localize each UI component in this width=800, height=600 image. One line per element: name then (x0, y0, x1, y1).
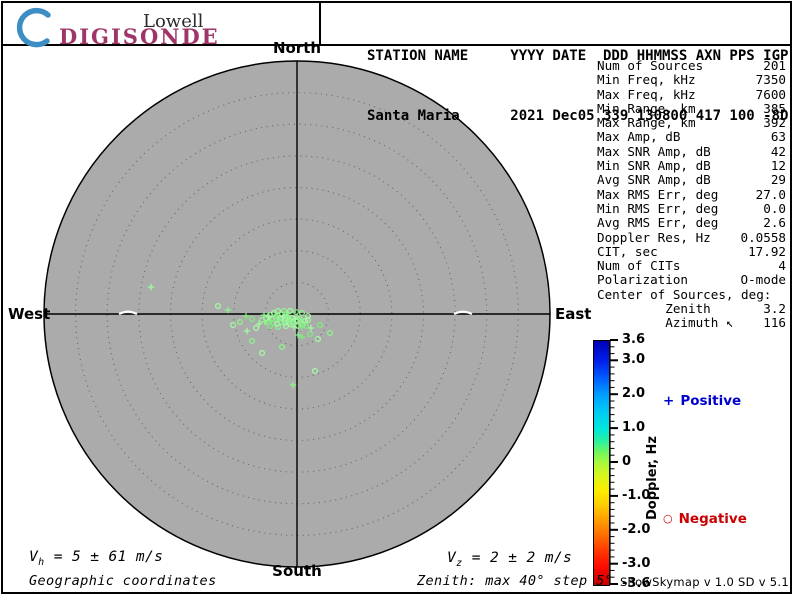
colorbar-tick-label: 2.0 (622, 386, 646, 402)
param-label: Polarization (597, 272, 688, 288)
param-value: 29 (770, 172, 786, 188)
param-row: Avg RMS Err, deg 2.6 (597, 215, 786, 231)
param-row: Doppler Res, Hz 0.0558 (597, 229, 787, 245)
param-row: Min Freq, kHz 7350 (597, 72, 786, 88)
param-label: Doppler Res, Hz (597, 229, 711, 245)
param-row: Polarization O-mode (597, 272, 787, 288)
param-value: 17.92 (748, 243, 786, 259)
param-value: 7350 (755, 72, 786, 88)
plus-marker-icon: + (663, 393, 675, 409)
compass-label-east: East (555, 305, 592, 323)
param-row: Azimuth ↖ 116 (597, 315, 786, 331)
compass-label-south: South (272, 562, 322, 580)
param-label: Avg RMS Err, deg (597, 215, 719, 231)
param-label: Avg SNR Amp, dB (597, 172, 711, 188)
param-row: Max RMS Err, deg 27.0 (597, 186, 786, 202)
circle-marker-icon: ○ (663, 512, 673, 525)
param-label: Max Freq, kHz (597, 86, 696, 102)
param-value: 392 (763, 115, 786, 131)
param-row: Num of Sources 201 (597, 58, 786, 73)
param-label: Min RMS Err, deg (597, 200, 719, 216)
param-value: 0.0 (763, 200, 786, 216)
vh-value: = 5 ± 61 m/s (44, 549, 164, 565)
param-value: O-mode (740, 272, 787, 288)
colorbar-tick-label: -3.0 (622, 555, 651, 571)
param-label: Min SNR Amp, dB (597, 158, 711, 174)
param-value: 385 (763, 100, 786, 116)
showskymap-window: Lowell DIGISONDE STATION NAME YYYY DATE … (0, 0, 800, 600)
param-row: Avg SNR Amp, dB 29 (597, 172, 786, 188)
param-value: 3.2 (763, 301, 786, 317)
legend-positive-label: Positive (680, 393, 742, 409)
vz-symbol: V (447, 550, 457, 566)
param-row: Min Range, km 385 (597, 100, 786, 116)
compass-label-west: West (8, 305, 51, 323)
param-row: Max Freq, kHz 7600 (597, 86, 786, 102)
param-row: Max Range, km 392 (597, 115, 786, 131)
param-value: 12 (770, 158, 786, 174)
param-label: Max Range, km (597, 115, 696, 131)
param-row: Max SNR Amp, dB 42 (597, 143, 786, 159)
param-label: Num of Sources (597, 58, 704, 73)
vertical-velocity-readout: Vz = 2 ± 2 m/s (447, 550, 572, 569)
param-label: Min Freq, kHz (597, 72, 696, 88)
param-value: 4 (778, 258, 786, 274)
param-row: Zenith 3.2 (597, 301, 786, 317)
param-row: Center of Sources, deg: (597, 286, 786, 302)
param-label: Max SNR Amp, dB (597, 143, 711, 159)
param-label: Center of Sources, deg: (597, 286, 772, 302)
logo-digisonde-text: DIGISONDE (59, 24, 220, 49)
param-value: 27.0 (755, 186, 786, 202)
legend-positive: + Positive (663, 393, 741, 409)
param-row: Num of CITs 4 (597, 258, 786, 274)
param-value: 7600 (755, 86, 786, 102)
param-value: 42 (770, 143, 786, 159)
param-row: Max Amp, dB 63 (597, 129, 786, 145)
colorbar-tick-label: 0 (622, 454, 632, 469)
compass-label-north: North (272, 39, 322, 57)
vz-value: = 2 ± 2 m/s (462, 550, 573, 566)
horizontal-velocity-readout: Vh = 5 ± 61 m/s (29, 549, 163, 568)
legend-negative: ○ Negative (663, 511, 747, 527)
param-label: Zenith (597, 301, 711, 317)
param-label: Num of CITs (597, 258, 681, 274)
legend-negative-label: Negative (678, 511, 747, 527)
colorbar-tick-label: 3.6 (622, 332, 646, 347)
param-label: Max Amp, dB (597, 129, 681, 145)
doppler-colorbar (593, 340, 610, 586)
colorbar-tick-label: 3.0 (622, 352, 646, 368)
param-label: Min Range, km (597, 100, 696, 116)
param-value: 63 (770, 129, 786, 145)
param-value: 116 (763, 315, 786, 331)
param-label: CIT, sec (597, 243, 658, 259)
param-row: Min RMS Err, deg 0.0 (597, 200, 786, 216)
parameter-table: Num of Sources 201 Min Freq, kHz 7350 Max Fr… (597, 58, 787, 331)
param-value: 201 (763, 58, 786, 73)
colorbar-tick-label: -2.0 (622, 521, 651, 537)
app-version: ShowSkymap v 1.0 SD v 5.1 (619, 575, 789, 589)
param-row: CIT, sec 17.92 (597, 243, 786, 259)
param-value: 2.6 (763, 215, 786, 231)
param-row: Min SNR Amp, dB 12 (597, 158, 786, 174)
param-label: Max RMS Err, deg (597, 186, 719, 202)
colorbar-title: Doppler, Hz (645, 436, 660, 521)
colorbar-tick-label: 1.0 (622, 420, 646, 436)
zenith-scale-note: Zenith: max 40° step 5° (417, 573, 614, 589)
coordinate-system-label: Geographic coordinates (29, 573, 217, 589)
param-value: 0.0558 (740, 229, 787, 245)
param-label: Azimuth ↖ (597, 315, 734, 331)
vh-symbol: V (29, 549, 39, 565)
